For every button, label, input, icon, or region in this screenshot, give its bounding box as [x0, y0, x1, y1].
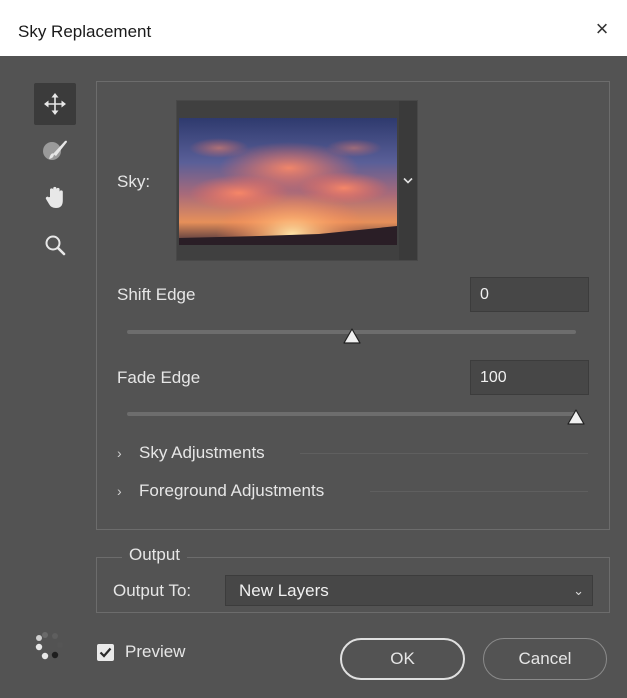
divider: [300, 453, 588, 454]
shift-edge-label: Shift Edge: [117, 285, 196, 304]
zoom-magnifier-icon: [45, 235, 66, 256]
fade-edge-field[interactable]: 100: [470, 360, 589, 395]
window-title: Sky Replacement: [18, 22, 152, 41]
close-button[interactable]: ×: [591, 18, 613, 40]
close-icon: ×: [595, 16, 609, 41]
preview-checkbox[interactable]: [97, 644, 114, 661]
fade-edge-slider[interactable]: [127, 412, 576, 416]
title-bar: Sky Replacement ×: [0, 0, 627, 56]
checkmark-icon: [99, 647, 112, 658]
chevron-down-icon: ⌄: [573, 583, 584, 598]
sky-brush-tool[interactable]: [34, 129, 76, 171]
move-arrows-icon: [44, 93, 66, 115]
sky-dropdown-button[interactable]: [399, 101, 417, 260]
fade-edge-slider-thumb[interactable]: [567, 409, 585, 425]
zoom-tool[interactable]: [34, 224, 76, 266]
hand-icon: [45, 186, 63, 208]
sky-label: Sky:: [117, 172, 151, 191]
preview-label: Preview: [125, 642, 186, 661]
shift-edge-field[interactable]: 0: [470, 277, 589, 312]
output-to-value: New Layers: [239, 581, 329, 600]
sky-adjustments-label: Sky Adjustments: [139, 443, 265, 462]
chevron-down-icon: [403, 177, 413, 184]
foreground-adjustments-section[interactable]: › Foreground Adjustments: [117, 481, 324, 501]
shift-edge-slider-thumb[interactable]: [342, 328, 361, 344]
sky-image: [179, 118, 397, 245]
output-to-label: Output To:: [113, 581, 192, 600]
cancel-button[interactable]: Cancel: [483, 638, 607, 680]
foreground-adjustments-label: Foreground Adjustments: [139, 481, 325, 500]
divider: [370, 491, 588, 492]
output-legend: Output: [122, 545, 188, 565]
hand-tool[interactable]: [34, 177, 76, 219]
chevron-right-icon: ›: [117, 483, 122, 499]
sky-picker[interactable]: [176, 100, 418, 261]
brush-icon: [43, 140, 67, 160]
sky-adjustments-section[interactable]: › Sky Adjustments: [117, 443, 265, 463]
output-to-select[interactable]: New Layers ⌄: [225, 575, 593, 606]
sky-preview-image[interactable]: [179, 118, 397, 245]
fade-edge-label: Fade Edge: [117, 368, 201, 387]
chevron-right-icon: ›: [117, 445, 122, 461]
move-sky-tool[interactable]: [34, 83, 76, 125]
ok-button[interactable]: OK: [340, 638, 465, 680]
progress-spinner-icon: [35, 632, 63, 660]
